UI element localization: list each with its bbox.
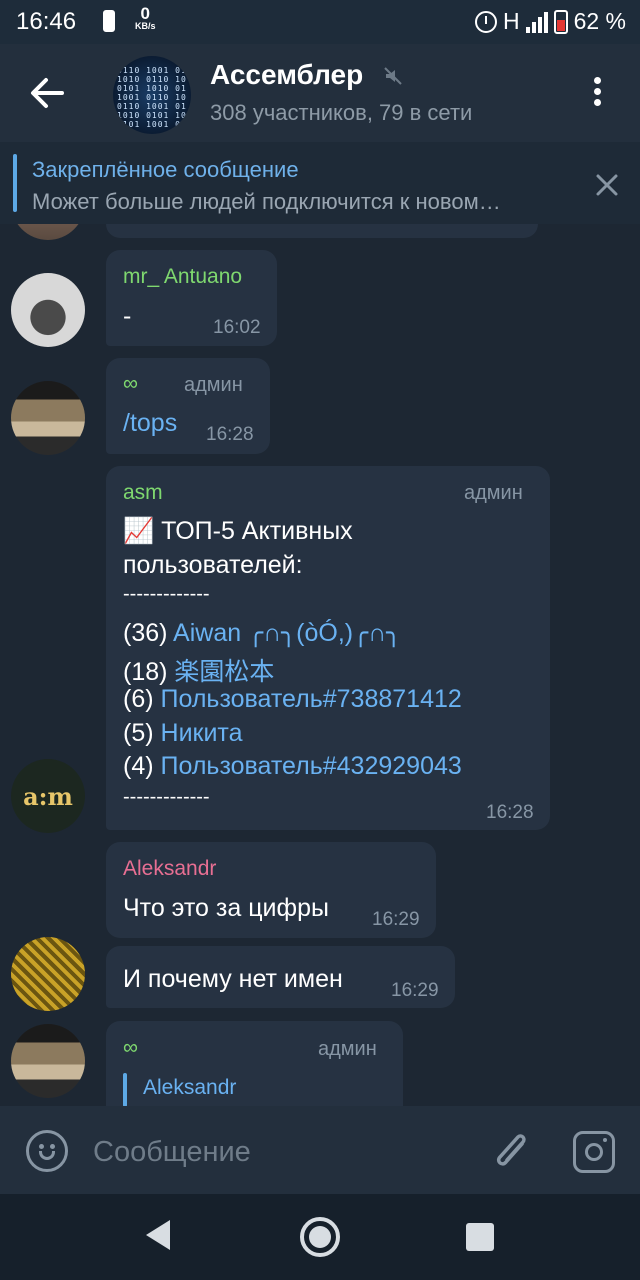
separator-line: ------------- <box>123 583 210 605</box>
message-time: 16:29 <box>372 909 420 930</box>
pinned-text: Может больше людей подключится к новом… <box>32 189 501 214</box>
avatar-code-line: 0101 1010 0110 1001 01 <box>117 84 187 93</box>
sender-name[interactable]: ∞ <box>123 1036 138 1060</box>
net-speed-unit: KB/s <box>135 21 156 31</box>
message-list[interactable]: mr_ Antuano - 16:02 ∞ админ /tops 16:28 … <box>0 224 640 1106</box>
reply-sender[interactable]: Aleksandr <box>143 1076 236 1100</box>
message-time: 16:28 <box>206 424 254 445</box>
group-avatar[interactable]: 0110 1001 0110 10 1010 0110 1001 0101 01… <box>113 56 191 134</box>
back-arrow-icon[interactable] <box>22 68 72 118</box>
sender-name[interactable]: mr_ Antuano <box>123 265 242 289</box>
ranking-row: (5) Никита <box>123 719 243 748</box>
status-bar: 16:46 0 KB/s H 62 % <box>0 0 640 44</box>
system-nav-bar <box>0 1194 640 1280</box>
network-type: H <box>502 8 520 34</box>
chat-header: 0110 1001 0110 10 1010 0110 1001 0101 01… <box>0 44 640 142</box>
more-menu-icon[interactable] <box>583 74 611 110</box>
sender-name[interactable]: ∞ <box>123 372 138 396</box>
ranking-count: (6) <box>123 685 154 713</box>
avatar-code-line: 1001 0110 1010 0101 10 <box>117 93 187 102</box>
message-time: 16:29 <box>391 980 439 1001</box>
separator-line: ------------- <box>123 786 210 808</box>
message-text: - <box>123 302 132 330</box>
bot-command-link[interactable]: /tops <box>123 409 177 438</box>
avatar-code-line: 1010 0110 1001 0101 <box>117 75 187 84</box>
chat-title[interactable]: Ассемблер <box>210 59 363 91</box>
message-input[interactable]: Сообщение <box>93 1136 251 1169</box>
message-line: пользователей: <box>123 551 303 579</box>
avatar-initials: a:m <box>23 781 73 811</box>
ranking-row: (36) Aiwan ╭∩╮(òÓ,)╭∩╮ <box>123 618 401 648</box>
message-bubble[interactable] <box>106 224 538 238</box>
alarm-icon <box>474 10 497 33</box>
camera-icon[interactable] <box>573 1131 615 1173</box>
ranking-count: (5) <box>123 719 154 747</box>
message-time: 16:28 <box>486 802 534 823</box>
message-bubble[interactable]: И почему нет имен 16:29 <box>106 946 455 1008</box>
message-line: 📈 ТОП-5 Активных <box>123 517 353 545</box>
message-text: И почему нет имен <box>123 965 343 993</box>
status-time: 16:46 <box>16 8 77 35</box>
message-bubble[interactable]: asm админ 📈 ТОП-5 Активных пользователей… <box>106 466 550 830</box>
user-mention[interactable]: Никита <box>161 719 243 747</box>
message-bubble[interactable]: ∞ админ Aleksandr <box>106 1021 403 1106</box>
user-avatar[interactable]: a:m <box>11 759 85 833</box>
status-icons: H 62 % <box>474 8 626 35</box>
sender-name[interactable]: asm <box>123 481 163 505</box>
battery-icon <box>553 9 568 34</box>
message-time: 16:02 <box>213 317 261 338</box>
ranking-count: (18) <box>123 658 168 686</box>
user-mention[interactable]: 楽園松本 <box>174 658 274 686</box>
user-mention[interactable]: Aiwan ╭∩╮(òÓ,)╭∩╮ <box>173 619 401 647</box>
user-avatar[interactable] <box>11 224 85 240</box>
pinned-bar <box>13 154 17 212</box>
user-avatar[interactable] <box>11 937 85 1011</box>
ranking-row: (18) 楽園松本 <box>123 652 274 688</box>
user-mention[interactable]: Пользователь#738871412 <box>161 685 462 713</box>
ranking-count: (4) <box>123 752 154 780</box>
user-avatar[interactable] <box>11 1024 85 1098</box>
pinned-message[interactable]: Закреплённое сообщение Может больше люде… <box>0 142 640 224</box>
avatar-code-line: 0110 1001 0101 1010 01 <box>117 102 187 111</box>
message-bubble[interactable]: mr_ Antuano - 16:02 <box>106 250 277 346</box>
nav-back-icon[interactable] <box>146 1220 170 1250</box>
user-avatar[interactable] <box>11 381 85 455</box>
message-bubble[interactable]: Aleksandr Что это за цифры 16:29 <box>106 842 436 938</box>
chat-subtitle: 308 участников, 79 в сети <box>210 100 473 125</box>
admin-badge: админ <box>184 374 243 396</box>
ranking-row: (4) Пользователь#432929043 <box>123 752 462 781</box>
user-mention[interactable]: Пользователь#432929043 <box>161 752 462 780</box>
pinned-title: Закреплённое сообщение <box>32 157 299 182</box>
close-icon[interactable] <box>594 172 620 198</box>
avatar-code-line: 0110 1001 0110 10 <box>117 66 187 75</box>
sender-name[interactable]: Aleksandr <box>123 857 216 881</box>
nav-home-icon[interactable] <box>300 1217 340 1257</box>
message-bubble[interactable]: ∞ админ /tops 16:28 <box>106 358 270 454</box>
ranking-count: (36) <box>123 619 168 647</box>
battery-level: 62 % <box>573 8 626 34</box>
signal-icon <box>525 11 548 33</box>
net-speed-value: 0 <box>140 4 150 23</box>
net-speed: 0 KB/s <box>135 5 156 31</box>
avatar-code-line: 0101 1001 0110 10 <box>117 120 187 129</box>
admin-badge: админ <box>464 482 523 504</box>
phone-icon <box>103 10 115 32</box>
attach-icon[interactable] <box>492 1130 532 1176</box>
admin-badge: админ <box>318 1038 377 1060</box>
avatar-code-line: 1010 0101 1001 0110 <box>117 111 187 120</box>
message-composer: Сообщение <box>0 1106 640 1194</box>
nav-recents-icon[interactable] <box>466 1223 494 1251</box>
message-text: Что это за цифры <box>123 894 329 922</box>
reply-bar <box>123 1073 127 1106</box>
user-avatar[interactable] <box>11 273 85 347</box>
ranking-row: (6) Пользователь#738871412 <box>123 685 462 714</box>
muted-icon <box>384 67 402 85</box>
emoji-icon[interactable] <box>26 1130 68 1172</box>
